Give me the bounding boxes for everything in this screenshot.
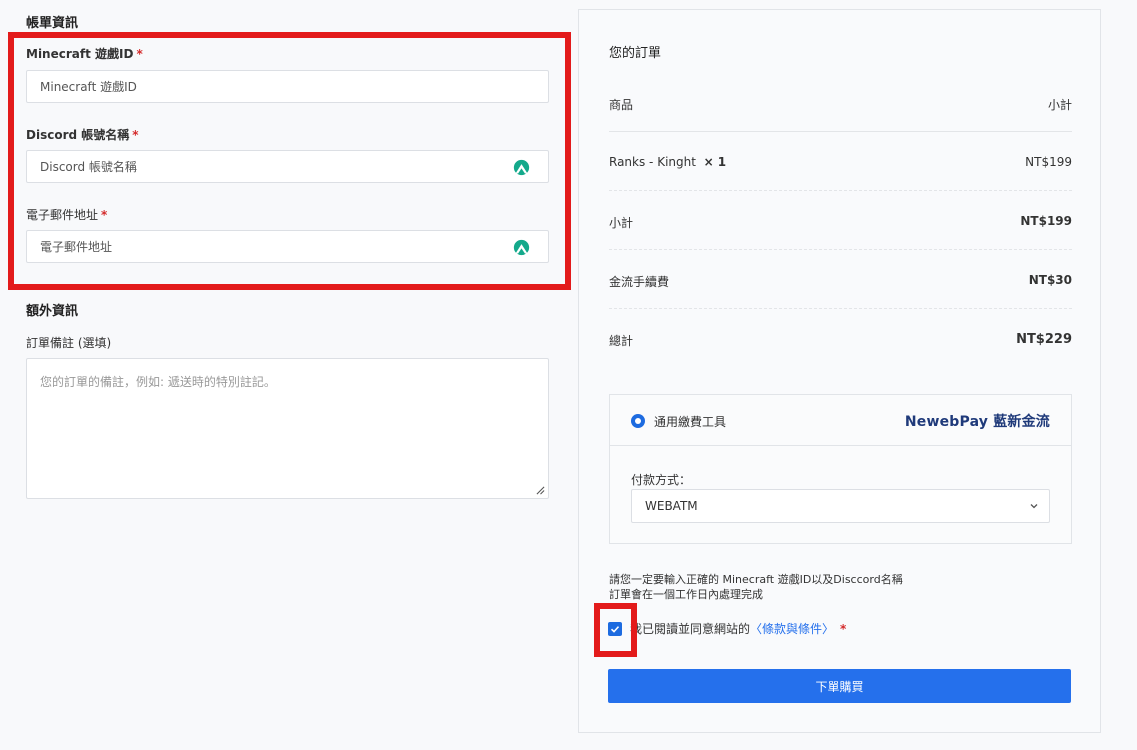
- item-quantity: × 1: [703, 155, 727, 169]
- place-order-button[interactable]: 下單購買: [608, 669, 1071, 703]
- order-header-row: 商品 小計: [609, 96, 1072, 113]
- highlight-box-checkbox: [594, 603, 637, 657]
- order-item-row: Ranks - Kinght × 1 NT$199: [609, 155, 1072, 169]
- order-title: 您的訂單: [609, 46, 662, 61]
- divider: [609, 249, 1072, 250]
- fee-value: NT$30: [1028, 273, 1072, 287]
- order-notes-textarea[interactable]: 您的訂單的備註，例如: 遞送時的特別註記。: [26, 358, 549, 499]
- subtotal-row: 小計 NT$199: [609, 214, 1072, 231]
- subtotal-value: NT$199: [1020, 214, 1072, 228]
- divider: [609, 308, 1072, 309]
- terms-link[interactable]: 〈條款與條件〉: [750, 622, 834, 636]
- terms-required-mark: *: [840, 622, 847, 636]
- item-price: NT$199: [1025, 155, 1072, 169]
- total-row: 總計 NT$229: [609, 332, 1072, 349]
- fee-row: 金流手續費 NT$30: [609, 273, 1072, 290]
- terms-prefix: 我已閱讀並同意網站的: [630, 622, 751, 636]
- total-label: 總計: [609, 334, 634, 348]
- newebpay-logo: NewebPay 藍新金流: [904, 414, 1050, 430]
- extra-section-title: 額外資訊: [26, 304, 79, 319]
- divider: [609, 131, 1072, 132]
- notice-line-1: 請您一定要輸入正確的 Minecraft 遊戲ID以及Disccord名稱: [609, 573, 903, 586]
- order-notes-label: 訂單備註 (選填): [26, 336, 112, 350]
- payment-method-select[interactable]: WEBATM: [631, 489, 1050, 523]
- billing-section-title: 帳單資訊: [26, 16, 79, 31]
- order-notes-placeholder: 您的訂單的備註，例如: 遞送時的特別註記。: [40, 375, 276, 389]
- divider: [609, 190, 1072, 191]
- item-name: Ranks - Kinght: [609, 155, 696, 169]
- product-column-header: 商品: [609, 98, 634, 112]
- fee-label: 金流手續費: [609, 275, 670, 289]
- divider: [610, 445, 1071, 446]
- payment-method-selected: WEBATM: [645, 499, 698, 513]
- highlight-box-billing: [8, 32, 571, 290]
- order-notice: 請您一定要輸入正確的 Minecraft 遊戲ID以及Disccord名稱 訂單…: [609, 572, 903, 602]
- chevron-down-icon: [1030, 504, 1038, 509]
- payment-method-box: 通用繳費工具 NewebPay 藍新金流 付款方式： WEBATM: [609, 394, 1072, 544]
- terms-text: 我已閱讀並同意網站的〈條款與條件〉 *: [630, 620, 846, 637]
- payment-method-name: 通用繳費工具: [654, 415, 727, 429]
- resize-grip-icon[interactable]: [536, 486, 545, 495]
- total-value: NT$229: [1016, 332, 1072, 347]
- subtotal-label: 小計: [609, 216, 634, 230]
- payment-method-label: 付款方式：: [631, 473, 692, 487]
- notice-line-2: 訂單會在一個工作日內處理完成: [609, 588, 763, 601]
- payment-method-radio[interactable]: [631, 414, 645, 428]
- subtotal-column-header: 小計: [1047, 98, 1072, 112]
